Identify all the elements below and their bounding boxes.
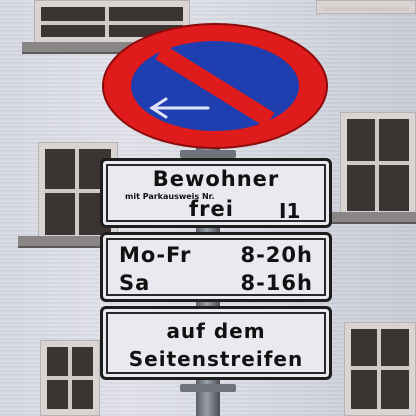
building-window	[40, 340, 100, 416]
location-plate: auf dem Seitenstreifen	[100, 306, 332, 380]
location-line-1: auf dem	[166, 319, 266, 343]
weekday-hours: 8-20h	[240, 243, 313, 267]
saturday-label: Sa	[119, 271, 151, 295]
pole-bracket	[180, 384, 236, 392]
window-sill	[330, 212, 416, 224]
hours-plate: Mo-Fr 8-20h Sa 8-16h	[100, 232, 332, 302]
free-label: frei	[189, 197, 234, 221]
building-window	[340, 112, 416, 218]
resident-title: Bewohner	[152, 167, 280, 191]
photo-scene: Bewohner mit Parkausweis Nr. frei I1 Mo-…	[0, 0, 416, 416]
pole-bracket	[180, 150, 236, 158]
permit-code: I1	[279, 199, 301, 223]
saturday-hours: 8-16h	[240, 271, 313, 295]
resident-plate: Bewohner mit Parkausweis Nr. frei I1	[100, 158, 332, 228]
weekday-label: Mo-Fr	[119, 243, 192, 267]
building-window	[316, 0, 416, 14]
building-window	[344, 322, 416, 416]
location-line-2: Seitenstreifen	[128, 347, 304, 371]
no-parking-sign	[102, 23, 328, 149]
